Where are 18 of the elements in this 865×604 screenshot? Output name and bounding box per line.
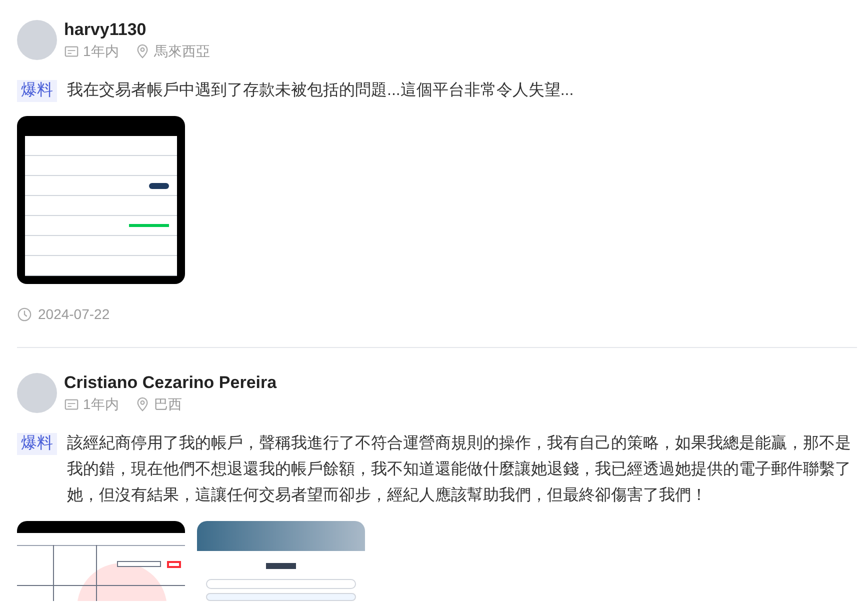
author-name: Cristiano Cezarino Pereira — [64, 372, 277, 394]
post-text: 該經紀商停用了我的帳戶，聲稱我進行了不符合運營商規則的操作，我有自己的策略，如果我總是能贏，那不是我的錯，現在他們不想退還我的帳戶餘額，我不知道還能做什麼讓她退錢，我已經透過她提供的電子郵件聯繫了她，但沒有結果，這讓任何交易者望而卻步，經紀人應該幫助我們，但最終卻傷害了我們！ — [67, 434, 852, 506]
avatar — [17, 373, 57, 413]
post-time: 1年内 — [83, 395, 119, 414]
author-name: harvy1130 — [64, 19, 148, 41]
card-icon — [64, 396, 79, 412]
location-icon — [134, 396, 150, 412]
avatar — [17, 20, 57, 60]
post-tag: 爆料 — [17, 80, 57, 102]
post-tag: 爆料 — [17, 433, 57, 455]
post-location: 巴西 — [154, 395, 182, 414]
post-time: 1年内 — [83, 42, 119, 61]
location-icon — [134, 44, 150, 58]
post-location: 馬來西亞 — [154, 42, 210, 61]
clock-icon — [17, 307, 32, 322]
post-text: 我在交易者帳戶中遇到了存款未被包括的問題...這個平台非常令人失望... — [67, 80, 575, 101]
post-date: 2024-07-22 — [38, 305, 110, 324]
card-icon — [64, 44, 79, 58]
